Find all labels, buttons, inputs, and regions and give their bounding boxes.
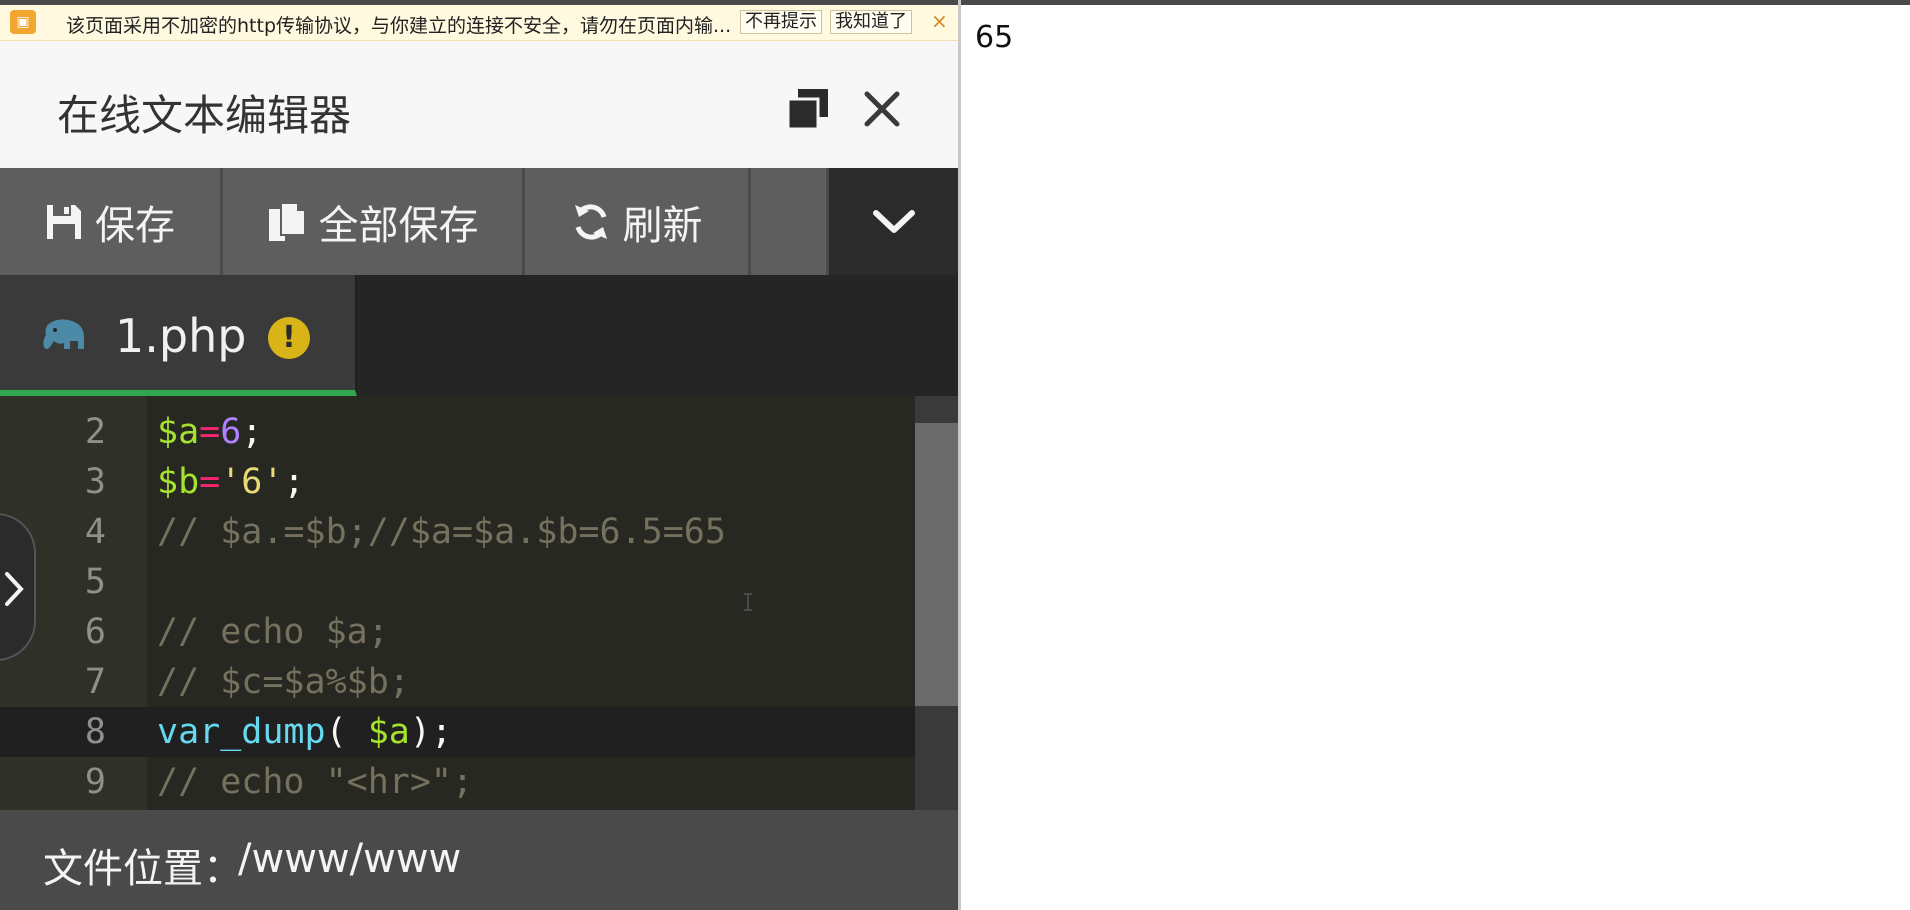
line-number: 3: [84, 462, 106, 502]
line-number: 2: [84, 412, 106, 452]
got-it-button[interactable]: 我知道了: [830, 10, 912, 34]
code-text: // $c=$a%$b;: [157, 662, 410, 702]
editor-title-bar: 在线文本编辑器: [0, 41, 958, 168]
code-text: $b='6';: [157, 462, 305, 502]
php-elephant-icon: [43, 319, 84, 349]
save-all-label: 全部保存: [318, 202, 479, 249]
file-tab-bar: 1.php !: [0, 275, 958, 396]
line-number: 8: [84, 712, 106, 752]
scrollbar-thumb[interactable]: [915, 423, 958, 706]
file-location-label: 文件位置：: [43, 846, 243, 892]
code-text: $a=6;: [157, 412, 263, 452]
save-button[interactable]: 保存: [0, 168, 223, 275]
restore-window-icon[interactable]: [786, 87, 830, 131]
refresh-label: 刷新: [622, 202, 703, 249]
code-line[interactable]: 6// echo $a;: [0, 607, 915, 657]
toolbar-spacer: [751, 168, 829, 275]
tab-1-php[interactable]: 1.php !: [0, 275, 357, 396]
code-editor[interactable]: 2 $a=6; 3 $b='6'; 4// $a.=$b;//$a=$a.$b=6.5=…: [0, 396, 958, 810]
code-line[interactable]: 4// $a.=$b;//$a=$a.$b=6.5=65: [0, 507, 915, 557]
code-line[interactable]: 8 var_dump( $a);: [0, 707, 915, 757]
save-all-button[interactable]: 全部保存: [223, 168, 525, 275]
text-cursor-icon: [744, 593, 752, 611]
editor-toolbar: 保存 全部保存 刷新: [0, 168, 958, 275]
status-footer: 文件位置： /www/www: [0, 810, 958, 910]
line-number: 9: [84, 762, 106, 802]
code-text: // echo "<hr>";: [157, 762, 474, 802]
close-window-icon[interactable]: [862, 89, 902, 129]
chevron-right-icon: [5, 572, 24, 606]
unsaved-warning-icon: !: [268, 317, 310, 359]
no-remind-button[interactable]: 不再提示: [740, 10, 822, 34]
pane-divider[interactable]: [958, 0, 961, 910]
window-title: 在线文本编辑器: [57, 91, 352, 140]
security-notice-bar: ▣ 该页面采用不加密的http传输协议，与你建立的连接不安全，请勿在页面内输..…: [0, 5, 958, 41]
chevron-down-icon: [872, 209, 915, 233]
code-text: var_dump( $a);: [157, 712, 453, 752]
code-line[interactable]: 9 // echo "<hr>";: [0, 757, 915, 807]
save-label: 保存: [95, 202, 175, 249]
toolbar-dropdown-button[interactable]: [829, 168, 958, 275]
editor-scrollbar[interactable]: [915, 396, 958, 810]
line-number: 7: [84, 662, 106, 702]
copy-files-icon: [268, 201, 306, 241]
code-line[interactable]: 7 // $c=$a%$b;: [0, 657, 915, 707]
editor-panel: ▣ 该页面采用不加密的http传输协议，与你建立的连接不安全，请勿在页面内输..…: [0, 5, 958, 910]
code-line[interactable]: 5: [0, 557, 915, 607]
refresh-icon: [574, 203, 607, 240]
file-location-path: /www/www: [238, 836, 462, 882]
floppy-disk-icon: [47, 204, 81, 239]
code-line[interactable]: 2 $a=6;: [0, 407, 915, 457]
code-text: // echo $a;: [157, 612, 389, 652]
tab-filename: 1.php: [115, 309, 247, 363]
code-line[interactable]: 3 $b='6';: [0, 457, 915, 507]
refresh-button[interactable]: 刷新: [525, 168, 751, 275]
sidebar-toggle-handle[interactable]: [0, 513, 36, 661]
notice-text: 该页面采用不加密的http传输协议，与你建立的连接不安全，请勿在页面内输...: [66, 15, 732, 37]
output-text: 65: [975, 20, 1014, 55]
code-text: // $a.=$b;//$a=$a.$b=6.5=65: [157, 512, 726, 552]
notice-warning-icon: ▣: [10, 10, 36, 34]
notice-close-icon[interactable]: ×: [931, 9, 948, 33]
